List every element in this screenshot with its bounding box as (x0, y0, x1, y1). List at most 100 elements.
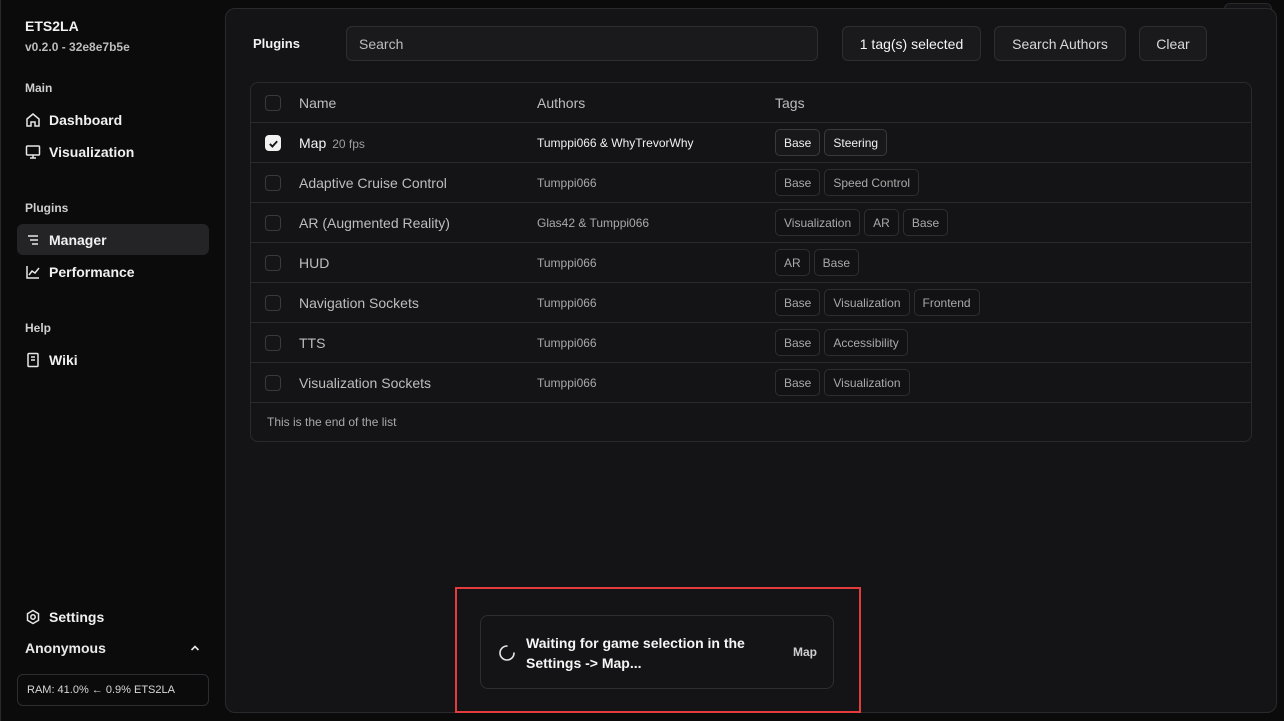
plugin-authors: Glas42 & Tumppi066 (537, 215, 650, 230)
table-row[interactable]: Map 20 fps Tumppi066 & WhyTrevorWhy Base Ste… (251, 123, 1251, 163)
table-header: Name Authors Tags (251, 83, 1251, 123)
tag-badge[interactable]: Frontend (913, 289, 980, 316)
plugin-tags: AR Base (775, 249, 860, 276)
tag-badge[interactable]: Base (775, 289, 821, 316)
sidebar-item-manager[interactable]: Manager (17, 224, 209, 255)
table-row[interactable]: TTS Tumppi066 Base Accessibility (251, 323, 1251, 363)
plugin-authors: Tumppi066 (537, 175, 597, 190)
sidebar-item-label: Settings (49, 608, 105, 625)
tag-badge[interactable]: Base (775, 329, 821, 356)
section-label-plugins: Plugins (25, 201, 69, 215)
chart-icon (26, 265, 40, 279)
tag-badge[interactable]: AR (775, 249, 810, 276)
tag-badge[interactable]: Accessibility (824, 329, 908, 356)
toast-message: Waiting for game selection in the Settin… (526, 635, 745, 671)
section-label-main: Main (25, 81, 53, 95)
plugin-name-text: HUD (299, 254, 330, 271)
tag-badge[interactable]: Speed Control (824, 169, 920, 196)
plugin-name: Visualization Sockets (299, 375, 431, 391)
check-icon (269, 140, 278, 148)
plugin-authors: Tumppi066 (537, 375, 597, 390)
book-icon (27, 352, 39, 367)
table-row[interactable]: Adaptive Cruise Control Tumppi066 Base Spee… (251, 163, 1251, 203)
plugin-name: Adaptive Cruise Control (299, 175, 447, 191)
header-name: Name (299, 94, 337, 111)
table-row[interactable]: Navigation Sockets Tumppi066 Base Visualiza… (251, 283, 1251, 323)
plugin-name: Map 20 fps (299, 135, 365, 151)
sidebar-item-visualization[interactable]: Visualization (17, 136, 209, 167)
table-row[interactable]: HUD Tumppi066 AR Base (251, 243, 1251, 283)
select-all-checkbox[interactable] (265, 94, 281, 111)
plugin-name-text: AR (Augmented Reality) (299, 214, 450, 231)
toast-notification[interactable]: Waiting for game selection in the Settin… (480, 615, 834, 689)
user-name: Anonymous (25, 640, 106, 656)
plugin-name: HUD (299, 255, 329, 271)
sidebar-item-label: Dashboard (49, 111, 123, 128)
tag-badge[interactable]: Steering (824, 129, 888, 156)
plugin-name: TTS (299, 335, 325, 351)
plugin-name: AR (Augmented Reality) (299, 215, 450, 231)
tag-badge[interactable]: Visualization (775, 209, 861, 236)
plugin-tags: Base Visualization Frontend (775, 289, 980, 316)
brand: ETS2LA v0.2.0 - 32e8e7b5e (25, 18, 130, 54)
search-input[interactable] (346, 26, 818, 61)
sidebar-item-wiki[interactable]: Wiki (17, 344, 209, 375)
sidebar-item-label: Visualization (49, 143, 135, 160)
plugin-checkbox[interactable] (265, 214, 281, 231)
tag-badge[interactable]: Visualization (824, 289, 910, 316)
list-icon (28, 234, 38, 245)
plugin-tags: Base Steering (775, 129, 888, 156)
tag-badge[interactable]: Base (775, 129, 821, 156)
section-label-help: Help (25, 321, 52, 335)
toast-source: Map (793, 645, 817, 659)
plugin-checkbox[interactable] (265, 174, 281, 191)
gear-icon (26, 609, 40, 624)
plugin-authors: Tumppi066 (537, 295, 597, 310)
clear-button[interactable]: Clear (1139, 26, 1207, 61)
plugin-authors: Tumppi066 & WhyTrevorWhy (537, 135, 694, 150)
sidebar: ETS2LA v0.2.0 - 32e8e7b5e Main Dashboard… (0, 0, 224, 721)
plugin-name-text: Visualization Sockets (299, 374, 432, 391)
monitor-icon (25, 144, 41, 159)
table-row[interactable]: AR (Augmented Reality) Glas42 & Tumppi066… (251, 203, 1251, 243)
tag-filter-button[interactable]: 1 tag(s) selected (842, 26, 981, 61)
sidebar-item-label: Wiki (49, 351, 78, 368)
plugin-tags: Visualization AR Base (775, 209, 949, 236)
sidebar-item-dashboard[interactable]: Dashboard (17, 104, 209, 135)
chevron-up-icon (190, 645, 200, 651)
tag-badge[interactable]: AR (864, 209, 899, 236)
tag-badge[interactable]: Base (775, 169, 821, 196)
plugin-tags: Base Visualization (775, 369, 910, 396)
plugin-checkbox[interactable] (265, 254, 281, 271)
header-authors: Authors (537, 94, 586, 111)
plugin-authors: Tumppi066 (537, 335, 597, 350)
plugin-checkbox[interactable] (265, 134, 281, 151)
plugin-fps: 20 fps (332, 136, 365, 151)
plugin-checkbox[interactable] (265, 374, 281, 391)
table-row[interactable]: Visualization Sockets Tumppi066 Base Visual… (251, 363, 1251, 403)
page-title: Plugins (253, 36, 300, 51)
spinner-icon (499, 645, 515, 661)
plugin-name-text: Adaptive Cruise Control (299, 174, 447, 191)
sidebar-item-settings[interactable]: Settings (17, 601, 209, 632)
plugin-authors: Tumppi066 (537, 255, 597, 270)
ram-status: RAM: 41.0% ← 0.9% ETS2LA (17, 674, 209, 706)
plugin-checkbox[interactable] (265, 334, 281, 351)
end-of-list-note: This is the end of the list (267, 415, 397, 429)
plugin-tags: Base Accessibility (775, 329, 908, 356)
sidebar-item-performance[interactable]: Performance (17, 256, 209, 287)
app-title: ETS2LA (25, 18, 79, 34)
app-version: v0.2.0 - 32e8e7b5e (25, 40, 130, 54)
sidebar-item-label: Manager (49, 231, 107, 248)
plugin-name-text: Map (299, 134, 327, 151)
plugin-name: Navigation Sockets (299, 295, 419, 311)
tag-badge[interactable]: Base (902, 209, 949, 236)
tag-badge[interactable]: Base (813, 249, 860, 276)
plugin-checkbox[interactable] (265, 294, 281, 311)
tag-badge[interactable]: Visualization (824, 369, 910, 396)
search-authors-button[interactable]: Search Authors (994, 26, 1126, 61)
header-tags: Tags (775, 94, 805, 111)
tag-badge[interactable]: Base (775, 369, 821, 396)
user-menu[interactable]: Anonymous (25, 640, 201, 656)
plugin-name-text: TTS (299, 334, 326, 351)
